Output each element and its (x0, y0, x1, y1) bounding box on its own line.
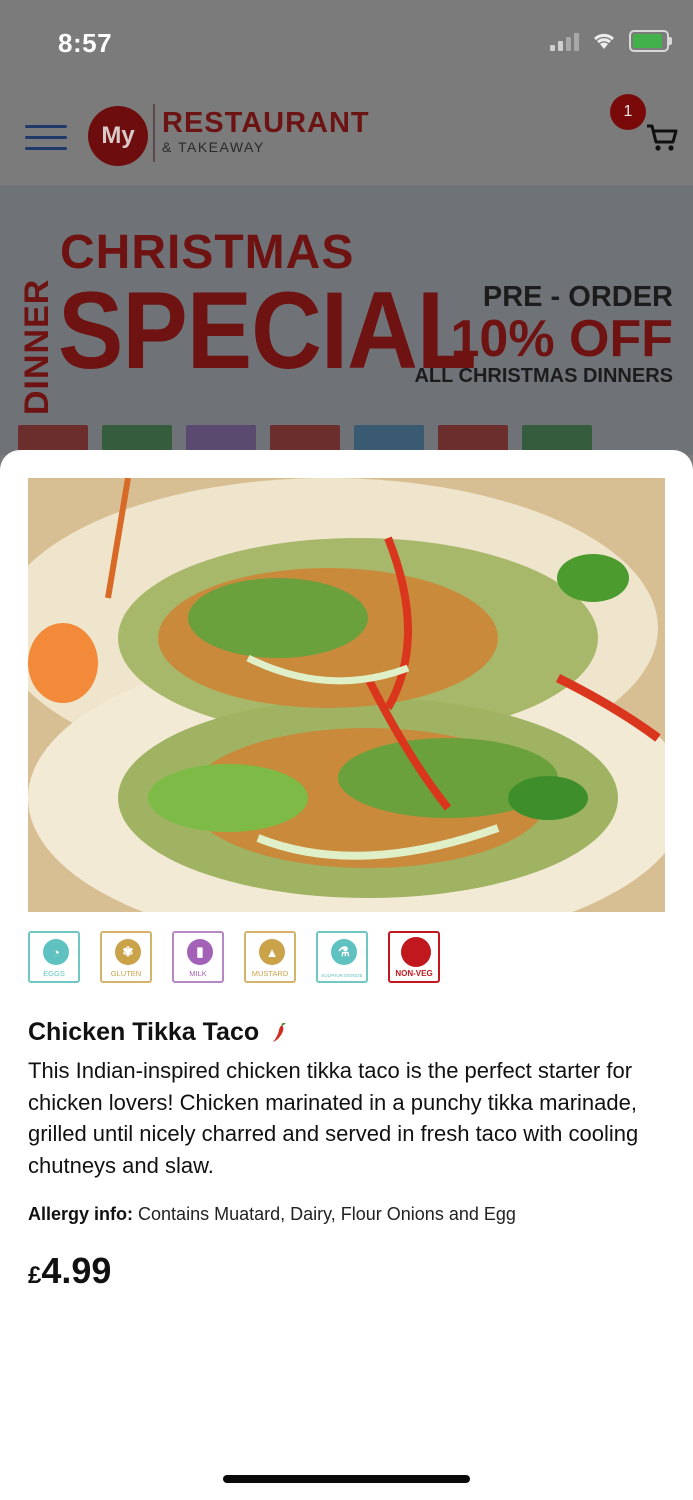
milk-bottle-icon: ▮ (187, 939, 213, 965)
allergy-info-text: Contains Muatard, Dairy, Flour Onions an… (138, 1204, 516, 1224)
allergen-label: MUSTARD (251, 969, 289, 978)
allergen-non-veg: NON-VEG (388, 931, 440, 983)
product-description: This Indian-inspired chicken tikka taco … (28, 1058, 639, 1178)
mustard-icon: ▲ (259, 939, 285, 965)
status-time: 8:57 (58, 28, 113, 58)
allergen-milk: ▮ MILK (172, 931, 224, 983)
battery-icon (629, 30, 672, 52)
allergen-label: NON-VEG (395, 969, 433, 978)
chili-spicy-icon (273, 1023, 286, 1043)
cart-count-badge[interactable]: 1 (610, 94, 646, 130)
cart-icon[interactable] (645, 120, 679, 154)
allergen-eggs: ◔ EGGS (28, 931, 80, 983)
logo-divider (153, 104, 155, 162)
allergen-gluten: ✾ GLUTEN (100, 931, 152, 983)
price-currency: £ (28, 1262, 42, 1289)
home-indicator[interactable] (223, 1475, 470, 1483)
status-icons (550, 30, 672, 52)
product-price: £4.99 (28, 1250, 111, 1292)
allergen-label: EGGS (43, 969, 65, 978)
product-detail-sheet: ◔ EGGS ✾ GLUTEN ▮ MILK ▲ MUSTARD ⚗ SULPH… (0, 450, 693, 1500)
product-name: Chicken Tikka Taco (28, 1018, 260, 1046)
product-title: Chicken Tikka Taco (28, 1018, 286, 1047)
app-top-area: 8:57 My RESTAURANT & TAKEAWAY 1 (0, 0, 693, 186)
allergen-icons: ◔ EGGS ✾ GLUTEN ▮ MILK ▲ MUSTARD ⚗ SULPH… (28, 931, 440, 983)
flask-icon: ⚗ (331, 939, 357, 965)
logo-subtitle: & TAKEAWAY (162, 139, 265, 155)
logo-title: RESTAURANT (162, 107, 370, 139)
signal-icon (550, 31, 579, 51)
gift-boxes-illustration (0, 405, 693, 455)
product-photo (28, 478, 665, 912)
wheat-icon: ✾ (115, 939, 141, 965)
allergen-label: GLUTEN (110, 969, 142, 978)
non-veg-dot-icon (401, 937, 431, 967)
allergen-mustard: ▲ MUSTARD (244, 931, 296, 983)
banner-subtitle: ALL CHRISTMAS DINNERS (414, 365, 673, 387)
price-amount: 4.99 (41, 1250, 112, 1291)
app-header: My RESTAURANT & TAKEAWAY 1 (0, 90, 693, 186)
allergy-info-label: Allergy info: (28, 1204, 134, 1224)
menu-icon[interactable] (25, 125, 67, 151)
promo-banner[interactable]: DINNER CHRISTMAS SPECIAL PRE - ORDER 10%… (0, 185, 693, 455)
allergy-info: Allergy info: Contains Muatard, Dairy, F… (28, 1204, 516, 1225)
banner-line2: SPECIAL (58, 268, 477, 392)
allergen-label: MILK (189, 969, 207, 978)
banner-discount: 10% OFF (450, 310, 674, 368)
banner-vertical-text: DINNER (18, 278, 56, 415)
egg-icon: ◔ (43, 939, 69, 965)
logo-mark: My (88, 106, 148, 166)
allergen-sulphur-dioxide: ⚗ SULPHUR DIOXIDE (316, 931, 368, 983)
wifi-icon (593, 33, 615, 49)
allergen-label: SULPHUR DIOXIDE (321, 973, 363, 978)
